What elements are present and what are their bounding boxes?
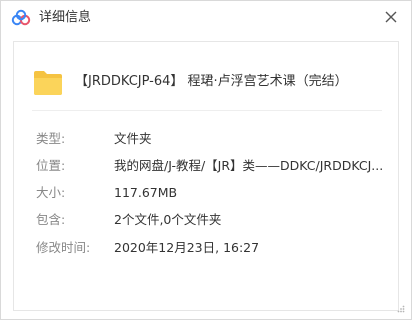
detail-row-size: 大小: 117.67MB — [14, 183, 398, 203]
detail-row-contains: 包含: 2个文件,0个文件夹 — [14, 210, 398, 230]
folder-icon — [34, 71, 62, 95]
detail-label: 位置: — [36, 158, 66, 173]
detail-label: 包含: — [36, 212, 66, 227]
detail-value[interactable]: 我的网盘/J-教程/【JR】类——DDKC/JRDDKCJ... — [114, 156, 383, 176]
details-panel: 【JRDDKCJP-64】 程珺·卢浮宫艺术课（完结） 类型: 文件夹 位置: … — [13, 41, 399, 311]
title-bar: 详细信息 — [1, 1, 411, 35]
detail-row-modified: 修改时间: 2020年12月23日, 16:27 — [14, 238, 398, 258]
file-name: 【JRDDKCJP-64】 程珺·卢浮宫艺术课（完结） — [75, 74, 348, 89]
dialog-title: 详细信息 — [39, 10, 92, 25]
details-dialog: 详细信息 【JRDDKCJP-64】 程珺·卢浮宫艺术课（完结） 类型: 文件夹… — [0, 0, 412, 320]
detail-label: 修改时间: — [36, 240, 91, 255]
detail-value: 文件夹 — [114, 131, 152, 146]
detail-label: 大小: — [36, 185, 66, 200]
cloud-icon — [11, 9, 31, 26]
close-button[interactable] — [379, 5, 403, 29]
detail-row-type: 类型: 文件夹 — [14, 129, 398, 149]
resize-grip-icon[interactable] — [397, 305, 405, 313]
detail-value: 117.67MB — [114, 185, 178, 200]
detail-row-location: 位置: 我的网盘/J-教程/【JR】类——DDKC/JRDDKCJ... — [14, 156, 398, 176]
detail-label: 类型: — [36, 131, 66, 146]
close-icon — [385, 11, 397, 23]
detail-value: 2020年12月23日, 16:27 — [114, 240, 260, 255]
divider — [32, 110, 382, 111]
detail-value: 2个文件,0个文件夹 — [114, 212, 222, 227]
